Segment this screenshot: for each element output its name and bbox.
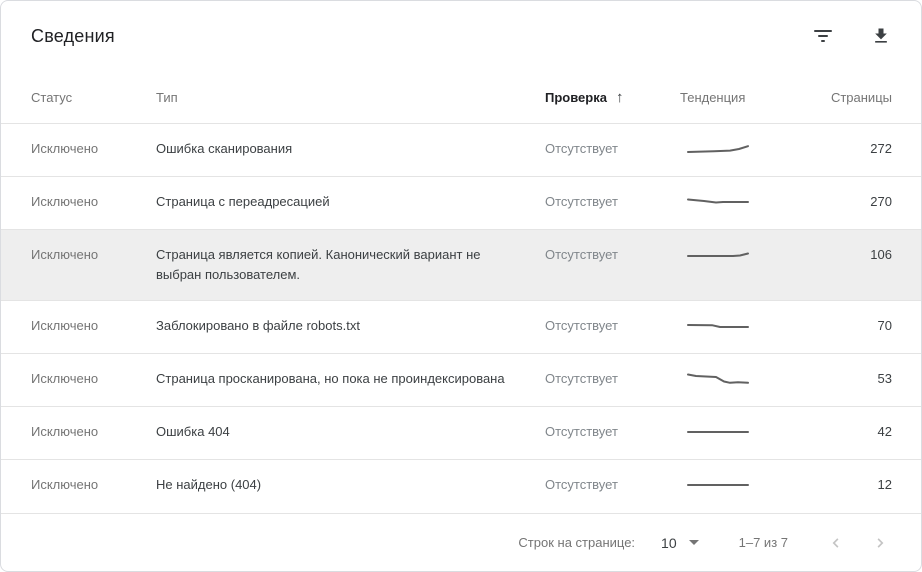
status-cell: Исключено (31, 247, 99, 262)
pages-cell: 12 (877, 477, 892, 492)
trend-sparkline (687, 484, 749, 486)
filter-icon (813, 29, 833, 44)
validation-cell: Отсутствует (545, 194, 618, 209)
card-header: Сведения (1, 1, 921, 71)
type-cell: Страница с переадресацией (156, 194, 330, 209)
trend-sparkline (687, 198, 749, 204)
dropdown-arrow-icon (688, 540, 699, 545)
details-card: Сведения Статус Тип Проверка ↑ Тенденция… (0, 0, 922, 572)
table-footer: Строк на странице: 10 1–7 из 7 (1, 513, 921, 571)
download-button[interactable] (869, 24, 893, 48)
table-row[interactable]: Исключено Не найдено (404) Отсутствует 1… (1, 459, 921, 512)
validation-cell: Отсутствует (545, 371, 618, 386)
pages-cell: 70 (877, 318, 892, 333)
trend-sparkline (687, 373, 749, 384)
validation-cell: Отсутствует (545, 424, 618, 439)
table-row[interactable]: Исключено Страница просканирована, но по… (1, 353, 921, 406)
column-header-type[interactable]: Тип (156, 90, 545, 105)
type-cell: Страница является копией. Канонический в… (156, 247, 481, 282)
trend-cell (680, 192, 812, 214)
next-page-button[interactable] (868, 531, 892, 555)
page-title: Сведения (31, 25, 115, 46)
validation-cell: Отсутствует (545, 141, 618, 156)
column-header-validation-label: Проверка (545, 89, 607, 105)
trend-sparkline (687, 252, 749, 257)
table-row[interactable]: Исключено Страница является копией. Кано… (1, 229, 921, 300)
status-cell: Исключено (31, 318, 99, 333)
previous-page-button[interactable] (824, 531, 848, 555)
trend-sparkline (687, 324, 749, 328)
table-row[interactable]: Исключено Ошибка сканирования Отсутствуе… (1, 123, 921, 176)
status-cell: Исключено (31, 424, 99, 439)
status-cell: Исключено (31, 141, 99, 156)
validation-cell: Отсутствует (545, 247, 618, 262)
pages-cell: 272 (870, 141, 892, 156)
type-cell: Ошибка сканирования (156, 141, 293, 156)
validation-cell: Отсутствует (545, 477, 618, 492)
column-header-pages[interactable]: Страницы (812, 90, 892, 105)
trend-cell (680, 245, 812, 267)
table-header-row: Статус Тип Проверка ↑ Тенденция Страницы (1, 71, 921, 123)
table-row[interactable]: Исключено Заблокировано в файле robots.t… (1, 300, 921, 353)
rows-per-page-value: 10 (661, 534, 677, 551)
pages-cell: 106 (870, 247, 892, 262)
trend-cell (680, 475, 812, 497)
pages-cell: 42 (877, 424, 892, 439)
column-header-trend[interactable]: Тенденция (680, 90, 812, 105)
pages-cell: 53 (877, 371, 892, 386)
type-cell: Заблокировано в файле robots.txt (156, 318, 360, 333)
filter-button[interactable] (811, 24, 835, 48)
trend-cell (680, 316, 812, 338)
status-cell: Исключено (31, 477, 99, 492)
column-header-validation[interactable]: Проверка ↑ (545, 89, 680, 106)
chevron-left-icon (827, 534, 845, 552)
sort-ascending-icon: ↑ (615, 88, 624, 106)
details-table: Статус Тип Проверка ↑ Тенденция Страницы… (1, 71, 921, 513)
trend-cell (680, 422, 812, 444)
rows-per-page-label: Строк на странице: (518, 535, 636, 550)
table-row[interactable]: Исключено Страница с переадресацией Отсу… (1, 176, 921, 229)
column-header-status[interactable]: Статус (31, 90, 156, 105)
pages-cell: 270 (870, 194, 892, 209)
toolbar (811, 24, 893, 48)
trend-cell (680, 139, 812, 161)
status-cell: Исключено (31, 194, 99, 209)
table-row[interactable]: Исключено Ошибка 404 Отсутствует 42 (1, 406, 921, 459)
rows-per-page-select[interactable]: 10 (661, 535, 699, 551)
type-cell: Страница просканирована, но пока не прои… (156, 371, 505, 386)
status-cell: Исключено (31, 371, 99, 386)
type-cell: Ошибка 404 (156, 424, 230, 439)
validation-cell: Отсутствует (545, 318, 618, 333)
type-cell: Не найдено (404) (156, 477, 262, 492)
download-icon (871, 26, 891, 46)
trend-cell (680, 369, 812, 391)
pagination-range-label: 1–7 из 7 (738, 535, 788, 550)
trend-sparkline (687, 431, 749, 433)
trend-sparkline (687, 145, 749, 153)
pagination-controls (824, 531, 892, 555)
chevron-right-icon (871, 534, 889, 552)
